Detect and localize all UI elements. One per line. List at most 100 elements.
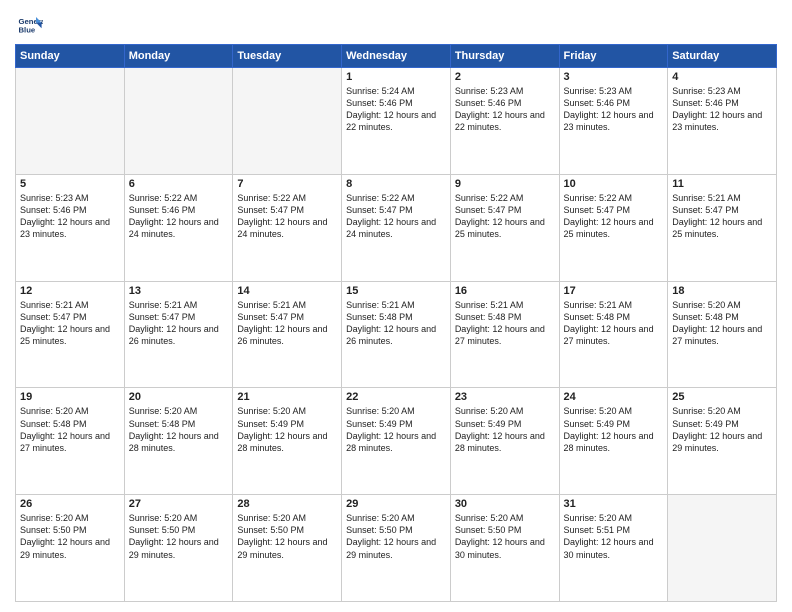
day-number: 24 — [564, 391, 664, 403]
day-number: 3 — [564, 71, 664, 83]
calendar-cell: 2Sunrise: 5:23 AM Sunset: 5:46 PM Daylig… — [450, 68, 559, 175]
header: General Blue — [15, 10, 777, 38]
weekday-tuesday: Tuesday — [233, 45, 342, 68]
calendar-cell: 16 Sunrise: 5:21 AM Sunset: 5:48 PM Dayli… — [450, 281, 559, 388]
day-info: Sunrise: 5:23 AM Sunset: 5:46 PM Dayligh… — [672, 85, 772, 134]
day-info: Sunrise: 5:22 AM Sunset: 5:47 PM Dayligh… — [346, 192, 446, 241]
day-number: 11 — [672, 178, 772, 190]
calendar-cell: 10 Sunrise: 5:22 AM Sunset: 5:47 PM Dayli… — [559, 174, 668, 281]
calendar-cell: 12 Sunrise: 5:21 AM Sunset: 5:47 PM Dayli… — [16, 281, 125, 388]
day-number: 28 — [237, 498, 337, 510]
calendar-cell — [16, 68, 125, 175]
weekday-monday: Monday — [124, 45, 233, 68]
day-number: 13 — [129, 285, 229, 297]
day-info: Sunrise: 5:22 AM Sunset: 5:47 PM Dayligh… — [564, 192, 664, 241]
day-info: Sunrise: 5:20 AM Sunset: 5:49 PM Dayligh… — [346, 405, 446, 454]
day-info: Sunrise: 5:21 AM Sunset: 5:48 PM Dayligh… — [346, 299, 446, 348]
calendar-cell: 27 Sunrise: 5:20 AM Sunset: 5:50 PM Dayli… — [124, 495, 233, 602]
calendar-cell: 31 Sunrise: 5:20 AM Sunset: 5:51 PM Dayli… — [559, 495, 668, 602]
day-number: 21 — [237, 391, 337, 403]
calendar-body: 1Sunrise: 5:24 AM Sunset: 5:46 PM Daylig… — [16, 68, 777, 602]
calendar-week-3: 19 Sunrise: 5:20 AM Sunset: 5:48 PM Dayli… — [16, 388, 777, 495]
day-number: 5 — [20, 178, 120, 190]
day-info: Sunrise: 5:20 AM Sunset: 5:50 PM Dayligh… — [346, 512, 446, 561]
day-number: 17 — [564, 285, 664, 297]
day-number: 6 — [129, 178, 229, 190]
calendar-cell: 26 Sunrise: 5:20 AM Sunset: 5:50 PM Dayli… — [16, 495, 125, 602]
day-info: Sunrise: 5:20 AM Sunset: 5:49 PM Dayligh… — [672, 405, 772, 454]
weekday-wednesday: Wednesday — [342, 45, 451, 68]
day-number: 15 — [346, 285, 446, 297]
day-number: 29 — [346, 498, 446, 510]
day-info: Sunrise: 5:23 AM Sunset: 5:46 PM Dayligh… — [455, 85, 555, 134]
day-number: 16 — [455, 285, 555, 297]
day-info: Sunrise: 5:22 AM Sunset: 5:47 PM Dayligh… — [237, 192, 337, 241]
day-number: 31 — [564, 498, 664, 510]
day-info: Sunrise: 5:21 AM Sunset: 5:48 PM Dayligh… — [564, 299, 664, 348]
calendar-cell: 7 Sunrise: 5:22 AM Sunset: 5:47 PM Daylig… — [233, 174, 342, 281]
svg-text:Blue: Blue — [19, 25, 36, 34]
day-number: 12 — [20, 285, 120, 297]
calendar-week-1: 5 Sunrise: 5:23 AM Sunset: 5:46 PM Daylig… — [16, 174, 777, 281]
day-number: 30 — [455, 498, 555, 510]
calendar-cell: 25 Sunrise: 5:20 AM Sunset: 5:49 PM Dayli… — [668, 388, 777, 495]
day-number: 7 — [237, 178, 337, 190]
day-info: Sunrise: 5:20 AM Sunset: 5:49 PM Dayligh… — [237, 405, 337, 454]
day-info: Sunrise: 5:20 AM Sunset: 5:48 PM Dayligh… — [20, 405, 120, 454]
weekday-saturday: Saturday — [668, 45, 777, 68]
calendar-cell: 20 Sunrise: 5:20 AM Sunset: 5:48 PM Dayli… — [124, 388, 233, 495]
calendar-cell: 21 Sunrise: 5:20 AM Sunset: 5:49 PM Dayli… — [233, 388, 342, 495]
day-number: 26 — [20, 498, 120, 510]
day-info: Sunrise: 5:21 AM Sunset: 5:47 PM Dayligh… — [237, 299, 337, 348]
logo-icon: General Blue — [15, 10, 43, 38]
calendar-cell: 30 Sunrise: 5:20 AM Sunset: 5:50 PM Dayli… — [450, 495, 559, 602]
calendar-cell: 24Sunrise: 5:20 AM Sunset: 5:49 PM Dayli… — [559, 388, 668, 495]
day-info: Sunrise: 5:21 AM Sunset: 5:47 PM Dayligh… — [20, 299, 120, 348]
day-info: Sunrise: 5:20 AM Sunset: 5:50 PM Dayligh… — [129, 512, 229, 561]
calendar-cell: 13 Sunrise: 5:21 AM Sunset: 5:47 PM Dayli… — [124, 281, 233, 388]
calendar-cell: 29 Sunrise: 5:20 AM Sunset: 5:50 PM Dayli… — [342, 495, 451, 602]
calendar-cell: 23Sunrise: 5:20 AM Sunset: 5:49 PM Dayli… — [450, 388, 559, 495]
calendar-cell: 17 Sunrise: 5:21 AM Sunset: 5:48 PM Dayli… — [559, 281, 668, 388]
day-number: 20 — [129, 391, 229, 403]
calendar-cell: 18 Sunrise: 5:20 AM Sunset: 5:48 PM Dayli… — [668, 281, 777, 388]
calendar-cell: 5 Sunrise: 5:23 AM Sunset: 5:46 PM Daylig… — [16, 174, 125, 281]
calendar-cell: 9Sunrise: 5:22 AM Sunset: 5:47 PM Daylig… — [450, 174, 559, 281]
calendar-cell: 8 Sunrise: 5:22 AM Sunset: 5:47 PM Daylig… — [342, 174, 451, 281]
calendar-cell: 11Sunrise: 5:21 AM Sunset: 5:47 PM Dayli… — [668, 174, 777, 281]
calendar-table: SundayMondayTuesdayWednesdayThursdayFrid… — [15, 44, 777, 602]
calendar-cell — [233, 68, 342, 175]
weekday-sunday: Sunday — [16, 45, 125, 68]
day-number: 19 — [20, 391, 120, 403]
day-number: 9 — [455, 178, 555, 190]
day-info: Sunrise: 5:20 AM Sunset: 5:50 PM Dayligh… — [20, 512, 120, 561]
day-number: 8 — [346, 178, 446, 190]
day-info: Sunrise: 5:20 AM Sunset: 5:50 PM Dayligh… — [237, 512, 337, 561]
calendar-week-2: 12 Sunrise: 5:21 AM Sunset: 5:47 PM Dayli… — [16, 281, 777, 388]
day-info: Sunrise: 5:23 AM Sunset: 5:46 PM Dayligh… — [564, 85, 664, 134]
day-number: 18 — [672, 285, 772, 297]
day-info: Sunrise: 5:24 AM Sunset: 5:46 PM Dayligh… — [346, 85, 446, 134]
calendar-week-4: 26 Sunrise: 5:20 AM Sunset: 5:50 PM Dayli… — [16, 495, 777, 602]
logo: General Blue — [15, 10, 47, 38]
calendar-cell: 3 Sunrise: 5:23 AM Sunset: 5:46 PM Daylig… — [559, 68, 668, 175]
day-number: 25 — [672, 391, 772, 403]
day-number: 27 — [129, 498, 229, 510]
day-info: Sunrise: 5:21 AM Sunset: 5:48 PM Dayligh… — [455, 299, 555, 348]
day-info: Sunrise: 5:22 AM Sunset: 5:46 PM Dayligh… — [129, 192, 229, 241]
day-info: Sunrise: 5:20 AM Sunset: 5:48 PM Dayligh… — [672, 299, 772, 348]
day-number: 4 — [672, 71, 772, 83]
calendar-cell — [668, 495, 777, 602]
page: General Blue SundayMondayTuesdayWednesda… — [0, 0, 792, 612]
day-info: Sunrise: 5:20 AM Sunset: 5:48 PM Dayligh… — [129, 405, 229, 454]
day-info: Sunrise: 5:23 AM Sunset: 5:46 PM Dayligh… — [20, 192, 120, 241]
weekday-friday: Friday — [559, 45, 668, 68]
calendar-cell — [124, 68, 233, 175]
day-number: 14 — [237, 285, 337, 297]
day-info: Sunrise: 5:21 AM Sunset: 5:47 PM Dayligh… — [129, 299, 229, 348]
day-info: Sunrise: 5:20 AM Sunset: 5:51 PM Dayligh… — [564, 512, 664, 561]
day-info: Sunrise: 5:20 AM Sunset: 5:50 PM Dayligh… — [455, 512, 555, 561]
day-number: 10 — [564, 178, 664, 190]
calendar-week-0: 1Sunrise: 5:24 AM Sunset: 5:46 PM Daylig… — [16, 68, 777, 175]
calendar-cell: 19 Sunrise: 5:20 AM Sunset: 5:48 PM Dayli… — [16, 388, 125, 495]
